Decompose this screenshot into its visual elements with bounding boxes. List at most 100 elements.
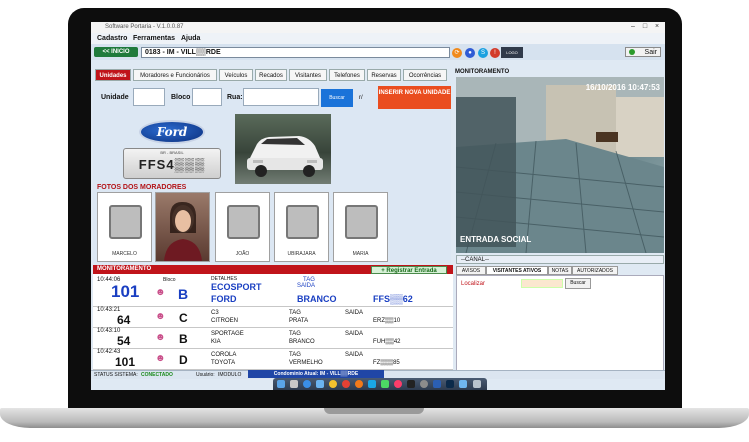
safari-icon[interactable] <box>303 380 311 388</box>
localizar-label: Localizar <box>461 281 486 287</box>
entry-car: COROLA <box>211 352 237 358</box>
car-photo <box>235 114 331 184</box>
right-tabs: AVISOS VISITANTES ATIVOS NOTAS AUTORIZAD… <box>456 266 664 275</box>
trash-icon[interactable] <box>473 380 481 388</box>
alert-icon[interactable]: ! <box>490 48 500 58</box>
menu-cadastro[interactable]: Cadastro <box>97 35 127 42</box>
camera-scene-icon <box>456 77 664 253</box>
launchpad-icon[interactable] <box>290 380 298 388</box>
entry-plate: FFS▒▒62 <box>373 294 413 304</box>
entry-tag-label: TAG <box>289 310 301 316</box>
tab-visitantes[interactable]: Visitantes <box>289 69 327 81</box>
license-plate: BR - BRASIL FFS4▒▒▒ <box>123 148 221 179</box>
tab-autorizados[interactable]: AUTORIZADOS <box>572 266 618 275</box>
unidade-input[interactable] <box>133 88 165 106</box>
mail-icon[interactable] <box>316 380 324 388</box>
entry-saida-label: SAIDA <box>345 352 364 358</box>
settings-icon[interactable] <box>420 380 428 388</box>
plate-country: BR - BRASIL <box>160 150 184 155</box>
chrome-icon[interactable] <box>342 380 350 388</box>
entry-tag-label: TAG <box>289 331 301 337</box>
resident-name: MARCELO <box>112 251 137 257</box>
resident-avatar-icon: ☻ <box>155 287 166 298</box>
tab-notas[interactable]: NOTAS <box>548 266 572 275</box>
canal-select[interactable]: --CANAL-- <box>456 255 664 264</box>
tab-unidades[interactable]: Unidades <box>95 69 131 81</box>
resident-name: UBIRAJARA <box>287 251 316 257</box>
buscar-button[interactable]: Buscar <box>321 89 353 107</box>
entry-car: SPORTAGE <box>211 331 244 337</box>
resident-photo[interactable]: JOÃO <box>215 192 270 262</box>
sair-button[interactable]: Sair <box>625 47 661 57</box>
tab-ocorrencias[interactable]: Ocorrências <box>403 69 447 81</box>
entry-saida-label: SAIDA <box>345 331 364 337</box>
camera-feed[interactable]: 16/10/2016 10:47:53 ENTRADA SOCIAL <box>456 77 664 253</box>
camera-label: ENTRADA SOCIAL <box>460 235 532 244</box>
entry-bloco: B <box>179 332 188 346</box>
localizar-input[interactable] <box>521 279 563 288</box>
word-icon[interactable] <box>433 380 441 388</box>
car-image-icon <box>247 136 323 177</box>
entry-car: C3 <box>211 310 219 316</box>
bloco-input[interactable] <box>192 88 222 106</box>
maximize-button[interactable]: □ <box>639 23 651 31</box>
resident-photo[interactable]: MARIA <box>333 192 388 262</box>
person-photo-icon <box>164 201 202 261</box>
condominio-select[interactable]: 0183 - IM - VILL▒▒RDE <box>141 47 450 58</box>
skype-icon[interactable] <box>368 380 376 388</box>
inserir-unidade-button[interactable]: INSERIR NOVA UNIDADE <box>378 86 451 109</box>
main-tabs: Unidades Moradores e Funcionários Veícul… <box>93 69 453 82</box>
table-row[interactable]: 10:44:06 101 ☻ Bloco B DETALHES ECOSPORT… <box>93 274 453 307</box>
terminal-icon[interactable] <box>407 380 415 388</box>
reload-icon[interactable]: ⟳ <box>452 48 462 58</box>
usuario-value: IMODULO <box>218 372 242 378</box>
itunes-icon[interactable] <box>394 380 402 388</box>
entry-color: PRATA <box>289 318 309 324</box>
resident-avatar-icon: ☻ <box>155 332 166 343</box>
entry-apartment: 54 <box>117 334 131 348</box>
tab-recados[interactable]: Recados <box>255 69 287 81</box>
entries-table: 10:44:06 101 ☻ Bloco B DETALHES ECOSPORT… <box>93 274 453 370</box>
registrar-entrada-button[interactable]: + Registrar Entrada <box>371 266 447 274</box>
camera-timestamp: 16/10/2016 10:47:53 <box>585 83 660 92</box>
entry-brand: TOYOTA <box>211 360 236 366</box>
resident-photo[interactable]: MARCELO <box>97 192 152 262</box>
menu-ferramentas[interactable]: Ferramentas <box>133 35 175 42</box>
tab-telefones[interactable]: Telefones <box>329 69 365 81</box>
toolbar: << INICIO 0183 - IM - VILL▒▒RDE ⟳ ● S ! … <box>91 44 665 60</box>
photoshop-icon[interactable] <box>446 380 454 388</box>
entry-brand: KIA <box>211 339 221 345</box>
close-button[interactable]: × <box>651 23 663 31</box>
messages-icon[interactable] <box>381 380 389 388</box>
tab-reservas[interactable]: Reservas <box>367 69 401 81</box>
window-title: Software Portaria - V.1.0.0.87 <box>105 24 184 30</box>
exit-icon <box>629 49 635 55</box>
resident-photo[interactable] <box>155 192 210 262</box>
rua-input[interactable] <box>243 88 319 106</box>
menu-ajuda[interactable]: Ajuda <box>181 35 200 42</box>
skype-icon[interactable]: S <box>478 48 488 58</box>
tab-avisos[interactable]: AVISOS <box>456 266 486 275</box>
photos-icon[interactable] <box>329 380 337 388</box>
placeholder-photo-icon <box>345 205 378 239</box>
folder-icon[interactable] <box>459 380 467 388</box>
resident-photo[interactable]: UBIRAJARA <box>274 192 329 262</box>
firefox-icon[interactable] <box>355 380 363 388</box>
resident-avatar-icon: ☻ <box>155 353 166 364</box>
tab-moradores[interactable]: Moradores e Funcionários <box>133 69 217 81</box>
user-icon[interactable]: ● <box>465 48 475 58</box>
sair-label: Sair <box>644 49 657 56</box>
localizar-buscar-button[interactable]: Buscar <box>565 278 591 289</box>
finder-icon[interactable] <box>277 380 285 388</box>
entry-color: BRANCO <box>297 294 337 304</box>
inicio-button[interactable]: << INICIO <box>94 47 138 57</box>
entry-car: ECOSPORT <box>211 282 262 292</box>
tab-visitantes-ativos[interactable]: VISITANTES ATIVOS <box>486 266 548 275</box>
table-row[interactable]: 10:42:43 101 ☻ D COROLA TOYOTA TAG VERME… <box>93 348 453 370</box>
entry-color: BRANCO <box>289 339 315 345</box>
table-row[interactable]: 10:43:10 54 ☻ B SPORTAGE KIA TAG BRANCO … <box>93 327 453 349</box>
tab-veiculos[interactable]: Veículos <box>219 69 253 81</box>
minimize-button[interactable]: – <box>627 23 639 31</box>
table-row[interactable]: 10:43:21 64 ☻ C C3 CITROEN TAG PRATA SAI… <box>93 306 453 328</box>
usuario-label: Usuário: <box>196 372 215 378</box>
